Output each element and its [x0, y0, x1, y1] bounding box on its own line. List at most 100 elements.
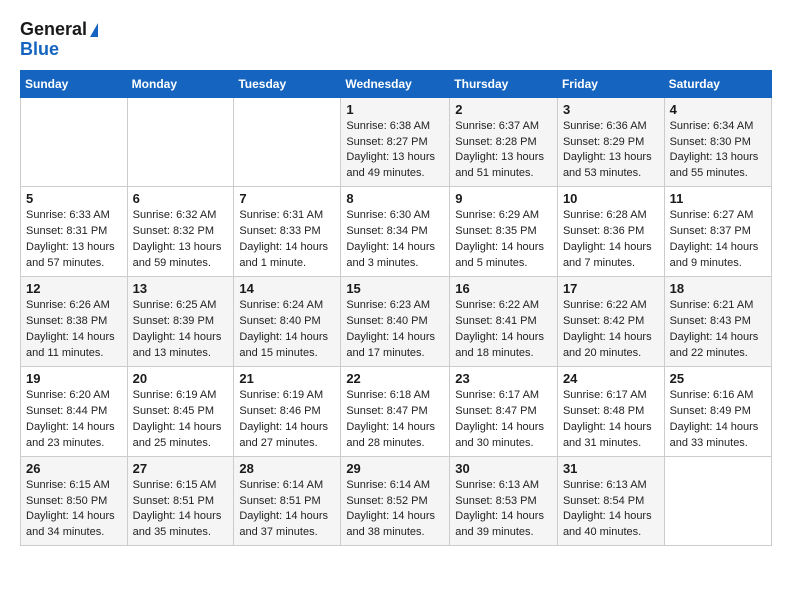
day-number: 15	[346, 281, 444, 296]
day-number: 26	[26, 461, 122, 476]
calendar-cell: 17 Sunrise: 6:22 AM Sunset: 8:42 PM Dayli…	[557, 277, 664, 367]
calendar-cell: 4Sunrise: 6:34 AM Sunset: 8:30 PM Daylig…	[664, 97, 771, 187]
calendar-day-header: Saturday	[664, 70, 771, 97]
calendar-cell: 7 Sunrise: 6:31 AM Sunset: 8:33 PM Daylig…	[234, 187, 341, 277]
day-number: 17	[563, 281, 659, 296]
day-info: Sunrise: 6:31 AM Sunset: 8:33 PM Dayligh…	[239, 208, 335, 272]
day-number: 27	[133, 461, 229, 476]
day-number: 28	[239, 461, 335, 476]
day-info: Sunrise: 6:22 AM Sunset: 8:41 PM Dayligh…	[455, 298, 552, 362]
calendar-day-header: Wednesday	[341, 70, 450, 97]
calendar-cell: 8Sunrise: 6:30 AM Sunset: 8:34 PM Daylig…	[341, 187, 450, 277]
calendar-cell: 6 Sunrise: 6:32 AM Sunset: 8:32 PM Daylig…	[127, 187, 234, 277]
day-number: 18	[670, 281, 766, 296]
day-info: Sunrise: 6:37 AM Sunset: 8:28 PM Dayligh…	[455, 119, 552, 183]
calendar-cell: 10 Sunrise: 6:28 AM Sunset: 8:36 PM Dayli…	[557, 187, 664, 277]
calendar-day-header: Thursday	[450, 70, 558, 97]
day-number: 8	[346, 191, 444, 206]
calendar-cell: 15Sunrise: 6:23 AM Sunset: 8:40 PM Dayli…	[341, 277, 450, 367]
calendar-cell: 9 Sunrise: 6:29 AM Sunset: 8:35 PM Daylig…	[450, 187, 558, 277]
calendar-week-row: 26 Sunrise: 6:15 AM Sunset: 8:50 PM Dayli…	[21, 456, 772, 546]
day-number: 31	[563, 461, 659, 476]
day-number: 2	[455, 102, 552, 117]
calendar-cell	[127, 97, 234, 187]
day-number: 9	[455, 191, 552, 206]
day-number: 30	[455, 461, 552, 476]
day-info: Sunrise: 6:38 AM Sunset: 8:27 PM Dayligh…	[346, 119, 444, 183]
day-info: Sunrise: 6:27 AM Sunset: 8:37 PM Dayligh…	[670, 208, 766, 272]
calendar-day-header: Monday	[127, 70, 234, 97]
logo: General Blue	[20, 20, 98, 60]
calendar-cell: 23Sunrise: 6:17 AM Sunset: 8:47 PM Dayli…	[450, 366, 558, 456]
day-info: Sunrise: 6:15 AM Sunset: 8:51 PM Dayligh…	[133, 478, 229, 542]
calendar-week-row: 5 Sunrise: 6:33 AM Sunset: 8:31 PM Daylig…	[21, 187, 772, 277]
day-info: Sunrise: 6:17 AM Sunset: 8:47 PM Dayligh…	[455, 388, 552, 452]
calendar-week-row: 1Sunrise: 6:38 AM Sunset: 8:27 PM Daylig…	[21, 97, 772, 187]
calendar-day-header: Sunday	[21, 70, 128, 97]
day-number: 14	[239, 281, 335, 296]
calendar-cell	[21, 97, 128, 187]
day-info: Sunrise: 6:32 AM Sunset: 8:32 PM Dayligh…	[133, 208, 229, 272]
day-info: Sunrise: 6:29 AM Sunset: 8:35 PM Dayligh…	[455, 208, 552, 272]
calendar-cell: 25Sunrise: 6:16 AM Sunset: 8:49 PM Dayli…	[664, 366, 771, 456]
logo-line2: Blue	[20, 40, 98, 60]
day-info: Sunrise: 6:36 AM Sunset: 8:29 PM Dayligh…	[563, 119, 659, 183]
calendar-table: SundayMondayTuesdayWednesdayThursdayFrid…	[20, 70, 772, 547]
day-info: Sunrise: 6:14 AM Sunset: 8:51 PM Dayligh…	[239, 478, 335, 542]
calendar-cell: 31 Sunrise: 6:13 AM Sunset: 8:54 PM Dayli…	[557, 456, 664, 546]
calendar-cell: 2 Sunrise: 6:37 AM Sunset: 8:28 PM Daylig…	[450, 97, 558, 187]
page-header: General Blue	[20, 20, 772, 60]
day-number: 7	[239, 191, 335, 206]
day-number: 20	[133, 371, 229, 386]
day-info: Sunrise: 6:15 AM Sunset: 8:50 PM Dayligh…	[26, 478, 122, 542]
calendar-cell: 27 Sunrise: 6:15 AM Sunset: 8:51 PM Dayli…	[127, 456, 234, 546]
day-info: Sunrise: 6:18 AM Sunset: 8:47 PM Dayligh…	[346, 388, 444, 452]
day-number: 21	[239, 371, 335, 386]
day-number: 6	[133, 191, 229, 206]
calendar-cell: 16 Sunrise: 6:22 AM Sunset: 8:41 PM Dayli…	[450, 277, 558, 367]
day-info: Sunrise: 6:25 AM Sunset: 8:39 PM Dayligh…	[133, 298, 229, 362]
day-number: 11	[670, 191, 766, 206]
day-number: 10	[563, 191, 659, 206]
logo-line1: General	[20, 20, 98, 40]
day-number: 12	[26, 281, 122, 296]
day-info: Sunrise: 6:14 AM Sunset: 8:52 PM Dayligh…	[346, 478, 444, 542]
calendar-week-row: 19Sunrise: 6:20 AM Sunset: 8:44 PM Dayli…	[21, 366, 772, 456]
calendar-week-row: 12 Sunrise: 6:26 AM Sunset: 8:38 PM Dayli…	[21, 277, 772, 367]
day-info: Sunrise: 6:33 AM Sunset: 8:31 PM Dayligh…	[26, 208, 122, 272]
day-info: Sunrise: 6:16 AM Sunset: 8:49 PM Dayligh…	[670, 388, 766, 452]
calendar-cell: 5 Sunrise: 6:33 AM Sunset: 8:31 PM Daylig…	[21, 187, 128, 277]
calendar-cell: 19Sunrise: 6:20 AM Sunset: 8:44 PM Dayli…	[21, 366, 128, 456]
calendar-cell: 14 Sunrise: 6:24 AM Sunset: 8:40 PM Dayli…	[234, 277, 341, 367]
day-number: 4	[670, 102, 766, 117]
calendar-cell	[234, 97, 341, 187]
day-number: 29	[346, 461, 444, 476]
day-info: Sunrise: 6:19 AM Sunset: 8:45 PM Dayligh…	[133, 388, 229, 452]
calendar-cell: 11 Sunrise: 6:27 AM Sunset: 8:37 PM Dayli…	[664, 187, 771, 277]
calendar-cell: 21 Sunrise: 6:19 AM Sunset: 8:46 PM Dayli…	[234, 366, 341, 456]
calendar-cell: 12 Sunrise: 6:26 AM Sunset: 8:38 PM Dayli…	[21, 277, 128, 367]
day-number: 22	[346, 371, 444, 386]
day-info: Sunrise: 6:19 AM Sunset: 8:46 PM Dayligh…	[239, 388, 335, 452]
day-info: Sunrise: 6:13 AM Sunset: 8:53 PM Dayligh…	[455, 478, 552, 542]
day-info: Sunrise: 6:28 AM Sunset: 8:36 PM Dayligh…	[563, 208, 659, 272]
calendar-cell: 3Sunrise: 6:36 AM Sunset: 8:29 PM Daylig…	[557, 97, 664, 187]
day-info: Sunrise: 6:13 AM Sunset: 8:54 PM Dayligh…	[563, 478, 659, 542]
calendar-day-header: Tuesday	[234, 70, 341, 97]
day-number: 19	[26, 371, 122, 386]
calendar-cell: 30 Sunrise: 6:13 AM Sunset: 8:53 PM Dayli…	[450, 456, 558, 546]
day-number: 5	[26, 191, 122, 206]
calendar-cell: 26 Sunrise: 6:15 AM Sunset: 8:50 PM Dayli…	[21, 456, 128, 546]
calendar-cell: 28 Sunrise: 6:14 AM Sunset: 8:51 PM Dayli…	[234, 456, 341, 546]
logo-container: General Blue	[20, 20, 98, 60]
day-number: 16	[455, 281, 552, 296]
calendar-header: SundayMondayTuesdayWednesdayThursdayFrid…	[21, 70, 772, 97]
day-info: Sunrise: 6:21 AM Sunset: 8:43 PM Dayligh…	[670, 298, 766, 362]
day-info: Sunrise: 6:22 AM Sunset: 8:42 PM Dayligh…	[563, 298, 659, 362]
day-info: Sunrise: 6:26 AM Sunset: 8:38 PM Dayligh…	[26, 298, 122, 362]
logo-text-block: General Blue	[20, 20, 98, 60]
calendar-cell: 29 Sunrise: 6:14 AM Sunset: 8:52 PM Dayli…	[341, 456, 450, 546]
day-info: Sunrise: 6:24 AM Sunset: 8:40 PM Dayligh…	[239, 298, 335, 362]
calendar-cell: 20 Sunrise: 6:19 AM Sunset: 8:45 PM Dayli…	[127, 366, 234, 456]
calendar-cell	[664, 456, 771, 546]
